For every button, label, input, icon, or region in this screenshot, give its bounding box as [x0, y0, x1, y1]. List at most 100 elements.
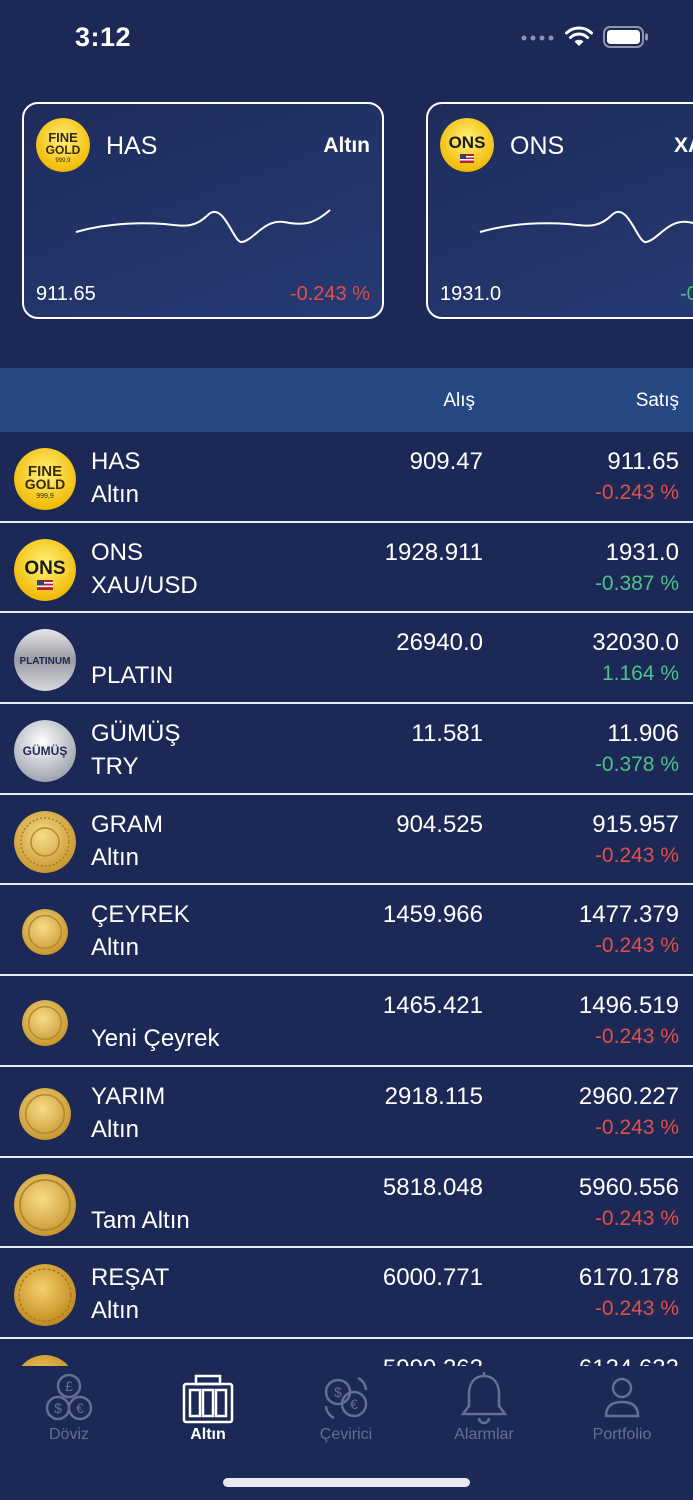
item-name: ONS — [91, 538, 144, 566]
buy-price: 6000.771 — [382, 1264, 483, 1292]
table-row[interactable]: ONS ONS XAU/USD 1928.911 1931.0 -0.387 % — [0, 523, 693, 614]
svg-text:$: $ — [54, 1400, 62, 1416]
svg-text:ONS: ONS — [24, 558, 65, 579]
item-subname: PLATIN — [91, 662, 174, 690]
gold-coin-icon — [21, 1354, 69, 1366]
tab-label: Portfolio — [592, 1426, 652, 1443]
gold-coin-icon — [14, 1264, 76, 1327]
change-percent: -0.243 % — [594, 1025, 679, 1049]
card-name: HAS — [106, 132, 158, 160]
svg-text:ONS: ONS — [449, 133, 486, 152]
fine-gold-logo: FINE GOLD 999,9 — [14, 448, 76, 510]
buy-price: 11.581 — [411, 720, 483, 748]
item-subname: XAU/USD — [91, 571, 198, 599]
change-percent: -0.243 % — [594, 481, 679, 504]
table-row[interactable]: PLATINUM PLATIN 26940.0 32030.0 1.164 % — [0, 613, 693, 705]
table-row[interactable]: GÜMÜŞ GÜMÜŞ TRY 11.581 11.906 -0.378 % — [0, 704, 693, 795]
item-subname: TRY — [91, 753, 139, 781]
status-time: 3:12 — [75, 22, 132, 52]
silver-logo: GÜMÜŞ — [14, 720, 76, 783]
fine-gold-logo: FINE GOLD 999,9 — [36, 118, 90, 172]
sell-price: 6170.178 — [578, 1264, 679, 1292]
svg-text:€: € — [350, 1396, 358, 1412]
tab-label: Alarmlar — [454, 1426, 514, 1443]
tab-label: Altın — [190, 1426, 226, 1443]
item-name: YARIM — [91, 1082, 166, 1110]
table-header: Alış Satış — [0, 368, 693, 432]
change-percent: -0.387 % — [594, 571, 679, 595]
tab-cevirici[interactable]: $ € Çevirici — [291, 1370, 401, 1444]
buy-price: 904.525 — [396, 810, 483, 838]
home-indicator[interactable] — [223, 1478, 470, 1487]
change-percent: 1.164 % — [601, 662, 679, 686]
sell-price: 1496.519 — [578, 992, 679, 1020]
sell-price: 6134.633 — [579, 1355, 679, 1366]
change-percent: -0.243 % — [594, 1115, 679, 1139]
platinum-logo: PLATINUM — [14, 629, 76, 692]
card-price: 1931.0 — [440, 283, 502, 305]
svg-text:GOLD: GOLD — [25, 476, 65, 492]
status-bar: 3:12 — [0, 0, 693, 80]
sparkline-chart — [479, 210, 693, 243]
bell-icon — [460, 1372, 508, 1425]
change-percent: -0.378 % — [594, 753, 679, 777]
column-header-buy: Alış — [443, 390, 475, 411]
table-row[interactable]: REŞAT Altın 6000.771 6170.178 -0.243 % — [0, 1248, 693, 1339]
buy-price: 2918.115 — [384, 1082, 483, 1110]
card-name: ONS — [510, 132, 565, 160]
summary-card-has[interactable]: FINE GOLD 999,9 HAS Altın 911.65 -0.243 … — [22, 102, 384, 319]
table-row[interactable]: FINE GOLD 999,9 HAS Altın 909.47 911.65 … — [0, 432, 693, 523]
buy-price: 5990.262 — [383, 1355, 483, 1366]
svg-text:$: $ — [334, 1384, 342, 1400]
gold-coin-icon — [22, 909, 68, 956]
table-row[interactable]: Tam Altın 5818.048 5960.556 -0.243 % — [0, 1158, 693, 1249]
sell-price: 32030.0 — [592, 629, 679, 657]
sparkline-chart — [75, 209, 331, 243]
converter-icon: $ € — [324, 1376, 368, 1420]
item-name: HAS — [91, 448, 141, 475]
svg-text:999,9: 999,9 — [55, 158, 71, 164]
price-list[interactable]: FINE GOLD 999,9 HAS Altın 909.47 911.65 … — [0, 432, 693, 1366]
svg-text:GOLD: GOLD — [46, 143, 81, 157]
gold-coin-icon — [22, 1000, 68, 1047]
summary-card-ons[interactable]: ONS ONS XAU/USD 1931.0 -0.387 % — [426, 102, 693, 319]
table-row[interactable]: 5990.262 6134.633 — [0, 1339, 693, 1366]
buy-price: 1465.421 — [382, 992, 483, 1020]
item-name: GRAM — [91, 810, 163, 838]
item-subname: Altın — [91, 1115, 140, 1143]
buy-price: 5818.048 — [382, 1173, 483, 1201]
battery-icon — [603, 26, 648, 48]
status-icons — [521, 26, 649, 48]
card-change: -0.387 % — [680, 283, 693, 305]
tab-label: Çevirici — [319, 1426, 373, 1443]
svg-text:PLATINUM: PLATINUM — [20, 656, 71, 667]
buy-price: 1928.911 — [384, 538, 483, 566]
sell-price: 915.957 — [592, 810, 679, 838]
svg-text:GÜMÜŞ: GÜMÜŞ — [23, 743, 68, 758]
table-row[interactable]: ÇEYREK Altın 1459.966 1477.379 -0.243 % — [0, 885, 693, 977]
change-percent: -0.243 % — [594, 843, 679, 867]
buy-price: 909.47 — [409, 448, 483, 475]
item-subname: Altın — [91, 1297, 140, 1325]
svg-text:£: £ — [65, 1378, 73, 1394]
ons-logo: ONS — [14, 538, 76, 601]
sell-price: 1931.0 — [605, 538, 679, 566]
tab-portfolio[interactable]: Portfolio — [567, 1370, 677, 1444]
gold-coin-icon — [14, 1173, 76, 1236]
tab-doviz[interactable]: £ $ € Döviz — [14, 1370, 124, 1444]
item-subname: Altın — [91, 934, 140, 962]
table-row[interactable]: Yeni Çeyrek 1465.421 1496.519 -0.243 % — [0, 976, 693, 1067]
user-icon — [604, 1377, 640, 1418]
column-header-sell: Satış — [635, 390, 679, 411]
sell-price: 5960.556 — [578, 1173, 679, 1201]
item-name: GÜMÜŞ — [91, 720, 181, 748]
table-row[interactable]: YARIM Altın 2918.115 2960.227 -0.243 % — [0, 1067, 693, 1158]
wifi-icon — [565, 26, 593, 46]
item-name: ÇEYREK — [91, 901, 190, 929]
table-row[interactable]: GRAM Altın 904.525 915.957 -0.243 % — [0, 795, 693, 886]
item-subname: Tam Altın — [91, 1206, 190, 1234]
tab-alarmlar[interactable]: Alarmlar — [429, 1370, 539, 1444]
tab-altin[interactable]: Altın — [153, 1370, 263, 1444]
gold-coin-icon — [14, 810, 76, 873]
ons-logo: ONS — [440, 118, 494, 172]
